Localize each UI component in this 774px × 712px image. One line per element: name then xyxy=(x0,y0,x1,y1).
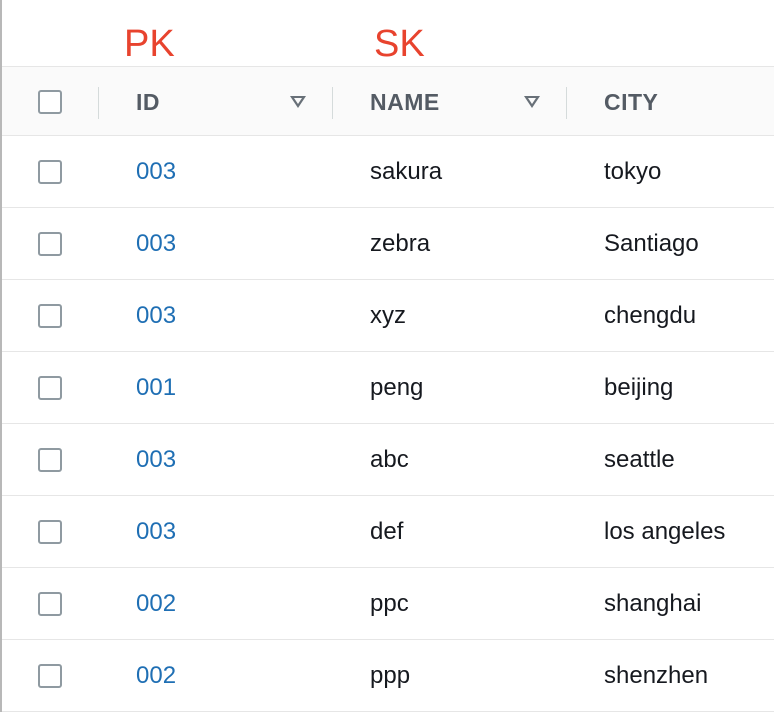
table-row[interactable]: 001 peng beijing xyxy=(2,352,774,424)
city-cell: seattle xyxy=(604,446,675,473)
column-divider[interactable] xyxy=(566,87,567,119)
name-cell: abc xyxy=(370,446,409,473)
name-cell: def xyxy=(370,518,404,545)
id-link[interactable]: 003 xyxy=(136,280,176,352)
name-cell: zebra xyxy=(370,230,431,257)
table-row[interactable]: 003 def los angeles xyxy=(2,496,774,568)
column-header-city[interactable]: CITY xyxy=(604,67,658,137)
sort-caret-down-icon[interactable] xyxy=(290,96,306,108)
name-cell: xyz xyxy=(370,302,406,329)
table-row[interactable]: 002 ppp shenzhen xyxy=(2,640,774,712)
city-cell: shenzhen xyxy=(604,662,709,689)
id-link[interactable]: 003 xyxy=(136,208,176,280)
row-checkbox[interactable] xyxy=(38,520,62,544)
name-cell: ppc xyxy=(370,590,409,617)
name-cell: peng xyxy=(370,374,424,401)
column-header-id[interactable]: ID xyxy=(136,67,160,137)
id-link[interactable]: 002 xyxy=(136,568,176,640)
table-row[interactable]: 003 zebra Santiago xyxy=(2,208,774,280)
table-row[interactable]: 003 abc seattle xyxy=(2,424,774,496)
column-divider[interactable] xyxy=(332,87,333,119)
select-all-checkbox[interactable] xyxy=(38,90,62,114)
city-cell: beijing xyxy=(604,374,674,401)
table-panel: PK SK ID NAME CITY 003 sakura tokyo 003 … xyxy=(0,0,774,712)
table-row[interactable]: 002 ppc shanghai xyxy=(2,568,774,640)
name-cell: sakura xyxy=(370,158,443,185)
row-checkbox[interactable] xyxy=(38,160,62,184)
name-cell: ppp xyxy=(370,662,411,689)
pk-annotation: PK xyxy=(124,23,175,65)
items-table: ID NAME CITY 003 sakura tokyo 003 zebra … xyxy=(2,66,774,712)
table-row[interactable]: 003 xyz chengdu xyxy=(2,280,774,352)
id-link[interactable]: 003 xyxy=(136,136,176,208)
city-cell: chengdu xyxy=(604,302,697,329)
column-header-name[interactable]: NAME xyxy=(370,67,440,137)
row-checkbox[interactable] xyxy=(38,448,62,472)
id-link[interactable]: 003 xyxy=(136,496,176,568)
table-header: ID NAME CITY xyxy=(2,66,774,136)
id-link[interactable]: 001 xyxy=(136,352,176,424)
row-checkbox[interactable] xyxy=(38,376,62,400)
city-cell: Santiago xyxy=(604,230,699,257)
table-row[interactable]: 003 sakura tokyo xyxy=(2,136,774,208)
row-checkbox[interactable] xyxy=(38,232,62,256)
sk-annotation: SK xyxy=(374,23,425,65)
row-checkbox[interactable] xyxy=(38,304,62,328)
sort-caret-down-icon[interactable] xyxy=(524,96,540,108)
id-link[interactable]: 002 xyxy=(136,640,176,712)
row-checkbox[interactable] xyxy=(38,592,62,616)
city-cell: los angeles xyxy=(604,518,726,545)
city-cell: tokyo xyxy=(604,158,662,185)
row-checkbox[interactable] xyxy=(38,664,62,688)
city-cell: shanghai xyxy=(604,590,702,617)
column-divider[interactable] xyxy=(98,87,99,119)
id-link[interactable]: 003 xyxy=(136,424,176,496)
